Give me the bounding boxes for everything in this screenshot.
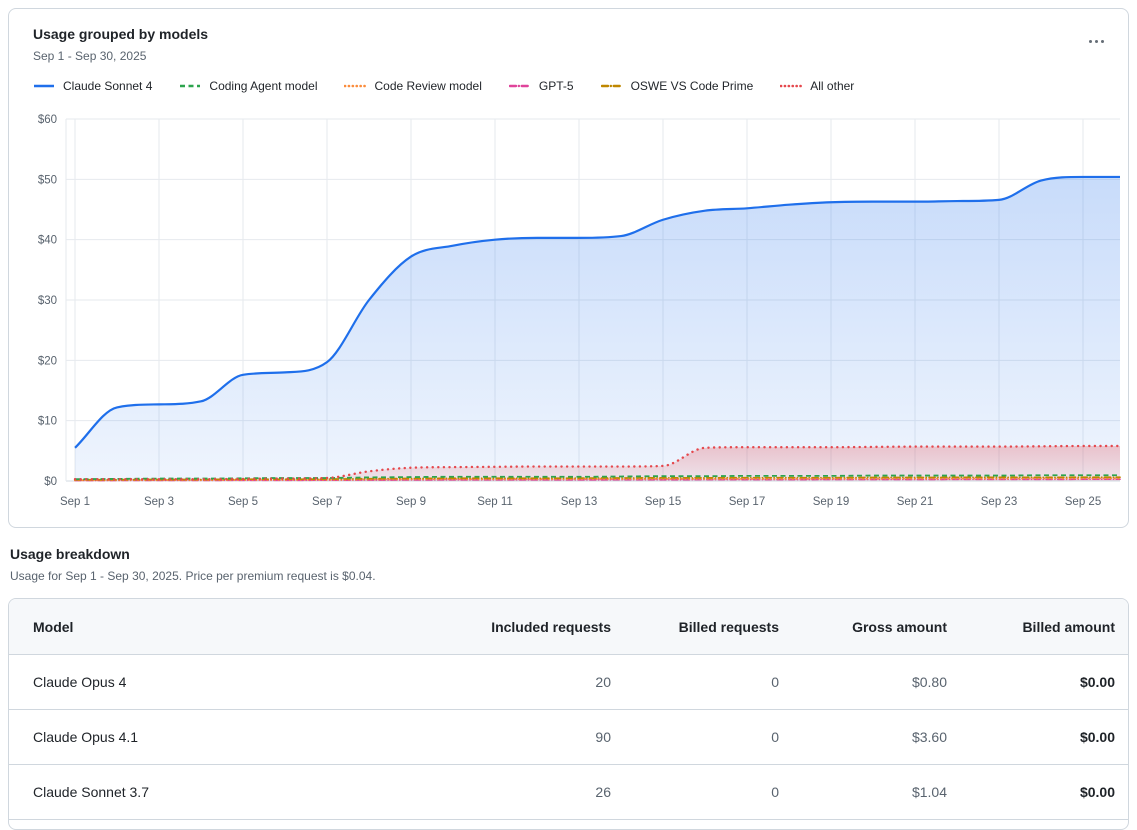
svg-text:$40: $40 <box>38 235 57 247</box>
cell-included_requests: 20 <box>443 655 611 710</box>
svg-text:Sep 11: Sep 11 <box>477 496 513 508</box>
legend-label: Code Review model <box>374 79 481 93</box>
legend-item-coding-agent-model[interactable]: Coding Agent model <box>179 79 317 93</box>
svg-text:Sep 5: Sep 5 <box>228 496 258 508</box>
legend-label: Coding Agent model <box>209 79 317 93</box>
legend-item-code-review-model[interactable]: Code Review model <box>344 79 481 93</box>
legend-item-all-other[interactable]: All other <box>780 79 854 93</box>
cell-billed_amount: $0.00 <box>947 765 1128 820</box>
svg-text:Sep 23: Sep 23 <box>981 496 1017 508</box>
breakdown-title: Usage breakdown <box>10 546 130 562</box>
cell-gross_amount: $1.04 <box>779 765 947 820</box>
legend-swatch-icon <box>344 82 366 90</box>
legend-label: OSWE VS Code Prime <box>631 79 754 93</box>
x-axis-labels: Sep 1 Sep 3 Sep 5 Sep 7 Sep 9 Sep 11 Sep 13 Sep… <box>60 496 1101 508</box>
svg-text:Sep 9: Sep 9 <box>396 496 426 508</box>
cell-model: Claude Sonnet 3.7 <box>9 765 443 820</box>
svg-text:Sep 19: Sep 19 <box>813 496 849 508</box>
legend-label: Claude Sonnet 4 <box>63 79 152 93</box>
cell-model: Claude Opus 4.1 <box>9 710 443 765</box>
cell-billed_amount: $0.00 <box>947 710 1128 765</box>
cell-gross_amount: $0.80 <box>779 655 947 710</box>
cell-billed_requests: 0 <box>611 710 779 765</box>
legend-item-gpt-5[interactable]: GPT-5 <box>509 79 574 93</box>
cell-included_requests: 90 <box>443 710 611 765</box>
table-row: Claude Opus 4200$0.80$0.00 <box>9 655 1128 710</box>
cell-billed_requests: 0 <box>611 655 779 710</box>
table-header-row: ModelIncluded requestsBilled requestsGro… <box>9 599 1128 655</box>
chart-card-titles: Usage grouped by models Sep 1 - Sep 30, … <box>33 26 208 63</box>
cell-included_requests: 26 <box>443 765 611 820</box>
svg-text:Sep 13: Sep 13 <box>561 496 597 508</box>
svg-text:Sep 1: Sep 1 <box>60 496 90 508</box>
cell-billed_requests: 0 <box>611 765 779 820</box>
svg-text:Sep 15: Sep 15 <box>645 496 681 508</box>
legend-item-oswe-vs-code-prime[interactable]: OSWE VS Code Prime <box>601 79 754 93</box>
kebab-horizontal-icon[interactable] <box>1083 30 1110 53</box>
cell-model: Claude Opus 4 <box>9 655 443 710</box>
chart-date-range: Sep 1 - Sep 30, 2025 <box>33 49 208 63</box>
svg-text:$60: $60 <box>38 114 57 126</box>
legend-item-claude-sonnet-4[interactable]: Claude Sonnet 4 <box>33 79 152 93</box>
legend-swatch-icon <box>601 82 623 90</box>
legend-swatch-icon <box>509 82 531 90</box>
cell-billed_amount: $0.00 <box>947 655 1128 710</box>
svg-text:Sep 17: Sep 17 <box>729 496 765 508</box>
legend-swatch-icon <box>179 82 201 90</box>
chart-title: Usage grouped by models <box>33 26 208 42</box>
chart-card-header: Usage grouped by models Sep 1 - Sep 30, … <box>9 9 1128 63</box>
svg-text:$20: $20 <box>38 355 57 367</box>
column-header-included-requests: Included requests <box>443 599 611 655</box>
chart-legend: Claude Sonnet 4 Coding Agent model Code Re… <box>33 79 1128 93</box>
svg-text:$50: $50 <box>38 174 57 186</box>
svg-text:$30: $30 <box>38 295 57 307</box>
legend-label: All other <box>810 79 854 93</box>
table-row: Claude Opus 4.1900$3.60$0.00 <box>9 710 1128 765</box>
svg-text:$10: $10 <box>38 416 57 428</box>
svg-text:Sep 3: Sep 3 <box>144 496 174 508</box>
column-header-gross-amount: Gross amount <box>779 599 947 655</box>
table-row: Claude Sonnet 3.7260$1.04$0.00 <box>9 765 1128 820</box>
column-header-model: Model <box>9 599 443 655</box>
usage-line-chart: $0 $10 $20 $30 $40 $50 $60 Sep 1 Sep 3 Sep 5 Sep 7… <box>9 108 1126 520</box>
area-fill-claude-sonnet-4 <box>75 177 1120 481</box>
column-header-billed-amount: Billed amount <box>947 599 1128 655</box>
svg-text:$0: $0 <box>44 476 57 488</box>
column-header-billed-requests: Billed requests <box>611 599 779 655</box>
y-axis-labels: $0 $10 $20 $30 $40 $50 $60 <box>38 114 57 488</box>
svg-text:Sep 7: Sep 7 <box>312 496 342 508</box>
cell-gross_amount: $3.60 <box>779 710 947 765</box>
breakdown-subtitle: Usage for Sep 1 - Sep 30, 2025. Price pe… <box>10 569 376 583</box>
usage-breakdown-card: ModelIncluded requestsBilled requestsGro… <box>8 598 1129 830</box>
legend-swatch-icon <box>780 82 802 90</box>
svg-text:Sep 21: Sep 21 <box>897 496 933 508</box>
svg-text:Sep 25: Sep 25 <box>1065 496 1101 508</box>
usage-breakdown-table: ModelIncluded requestsBilled requestsGro… <box>9 599 1128 820</box>
usage-chart-card: Usage grouped by models Sep 1 - Sep 30, … <box>8 8 1129 528</box>
legend-swatch-icon <box>33 82 55 90</box>
legend-label: GPT-5 <box>539 79 574 93</box>
